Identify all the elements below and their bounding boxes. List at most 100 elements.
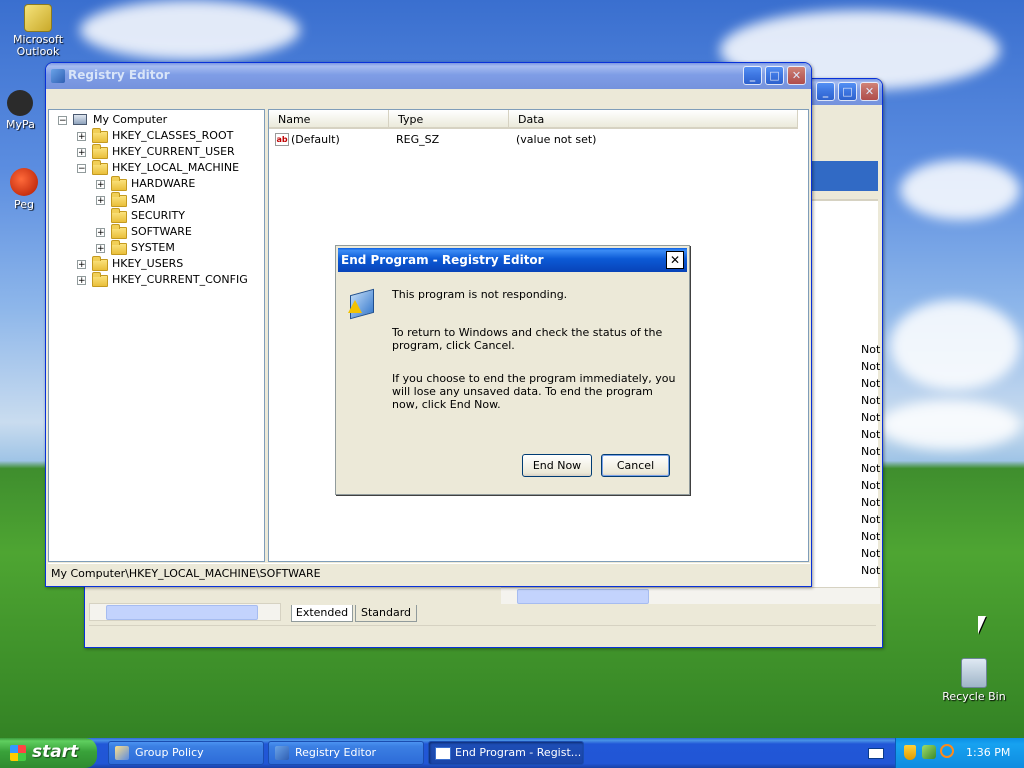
search-icon[interactable] (940, 744, 954, 758)
cancel-button[interactable]: Cancel (601, 454, 670, 477)
dialog-close-button[interactable]: ✕ (666, 251, 684, 269)
tree-node-label: HKEY_CURRENT_USER (112, 145, 235, 158)
end-now-button[interactable]: End Now (522, 454, 592, 477)
close-button[interactable]: ✕ (860, 82, 879, 101)
dialog-title: End Program - Registry Editor (341, 253, 544, 267)
collapse-icon[interactable]: − (58, 116, 67, 126)
folder-icon (92, 128, 108, 143)
clock[interactable]: 1:36 PM (966, 746, 1010, 759)
app-shortcut-icon (10, 168, 38, 196)
background-value-cell: Not (861, 360, 881, 373)
tree-node[interactable]: + SAM (49, 192, 259, 208)
close-button[interactable]: ✕ (787, 66, 806, 85)
registry-editor-titlebar[interactable]: Registry Editor _ □ ✕ (46, 63, 811, 89)
desktop-icon-label: Microsoft Outlook (12, 33, 64, 58)
background-value-cell: Not (861, 496, 881, 509)
background-statusbar (89, 625, 876, 644)
start-label: start (32, 742, 79, 762)
folder-icon (92, 144, 108, 159)
end-program-dialog[interactable]: End Program - Registry Editor ✕ This pro… (335, 245, 690, 495)
folder-icon (111, 240, 127, 255)
tree-node-label: HKEY_USERS (112, 257, 184, 270)
background-value-cell: Not (861, 564, 881, 577)
windows-logo-icon (10, 745, 26, 761)
expand-icon[interactable]: + (96, 244, 105, 254)
column-header-name[interactable]: Name (269, 110, 389, 129)
folder-icon (111, 208, 127, 223)
tree-node[interactable]: + HKEY_CURRENT_USER (49, 144, 259, 160)
background-value-cell: Not (861, 513, 881, 526)
collapse-icon[interactable]: − (77, 164, 86, 174)
desktop-icon-outlook[interactable]: Microsoft Outlook (0, 4, 76, 58)
network-icon[interactable] (922, 745, 936, 759)
dialog-line-2: To return to Windows and check the statu… (392, 326, 663, 352)
maximize-button[interactable]: □ (765, 66, 784, 85)
value-name: (Default) (291, 133, 340, 146)
background-value-cell: Not (861, 428, 881, 441)
task-label: End Program - Regist... (455, 746, 582, 759)
task-button-group-policy[interactable]: Group Policy (108, 741, 264, 765)
background-value-cell: Not (861, 394, 881, 407)
tree-node[interactable]: SECURITY (49, 208, 259, 224)
tree-node[interactable]: + HKEY_CURRENT_CONFIG (49, 272, 259, 288)
keyboard-icon[interactable] (868, 748, 884, 759)
value-row[interactable]: ab (Default) REG_SZ (value not set) (275, 132, 795, 148)
tree-node-label: SYSTEM (131, 241, 175, 254)
task-button-registry-editor[interactable]: Registry Editor (268, 741, 424, 765)
folder-shortcut-icon (7, 90, 33, 116)
tree-node[interactable]: + SOFTWARE (49, 224, 259, 240)
group-policy-icon (115, 746, 129, 760)
cloud (900, 160, 1020, 220)
tab-standard[interactable]: Standard (355, 605, 417, 622)
background-selected-row (810, 161, 878, 191)
start-button[interactable]: start (0, 738, 97, 768)
expand-icon[interactable]: + (96, 196, 105, 206)
tab-extended[interactable]: Extended (291, 605, 353, 622)
background-value-cell: Not (861, 547, 881, 560)
window-icon (435, 747, 451, 760)
dialog-titlebar[interactable]: End Program - Registry Editor ✕ (338, 248, 687, 272)
column-header-type[interactable]: Type (389, 110, 509, 129)
expand-icon[interactable]: + (77, 148, 86, 158)
expand-icon[interactable]: + (96, 228, 105, 238)
tree-node[interactable]: + HKEY_USERS (49, 256, 259, 272)
expand-icon[interactable]: + (77, 132, 86, 142)
value-type: REG_SZ (396, 133, 440, 146)
tree-node-label: HKEY_CLASSES_ROOT (112, 129, 234, 142)
maximize-button[interactable]: □ (838, 82, 857, 101)
column-header-data[interactable]: Data (509, 110, 798, 129)
dialog-line-1: This program is not responding. (392, 288, 568, 301)
cloud (80, 0, 300, 60)
tree-node[interactable]: + HKEY_CLASSES_ROOT (49, 128, 259, 144)
folder-icon (92, 160, 108, 175)
tree-node[interactable]: − HKEY_LOCAL_MACHINE (49, 160, 259, 176)
folder-icon (111, 224, 127, 239)
tree-node[interactable]: + SYSTEM (49, 240, 259, 256)
registry-tree-pane[interactable]: − My Computer + HKEY_CLASSES_ROOT + HKEY_CURR… (48, 109, 265, 562)
desktop-icon-mypa[interactable]: MyPa (0, 90, 50, 131)
minimize-button[interactable]: _ (816, 82, 835, 101)
expand-icon[interactable]: + (96, 180, 105, 190)
minimize-button[interactable]: _ (743, 66, 762, 85)
tree-node[interactable]: + HARDWARE (49, 176, 259, 192)
window-title: Registry Editor (68, 68, 170, 82)
scrollbar-thumb[interactable] (106, 605, 258, 620)
background-value-cell: Not (861, 445, 881, 458)
security-shield-icon[interactable] (904, 745, 916, 760)
cloud (890, 300, 1020, 390)
background-horizontal-scrollbar[interactable] (501, 587, 880, 604)
expand-icon[interactable]: + (77, 260, 86, 270)
background-value-cell: Not (861, 377, 881, 390)
background-value-cell: Not (861, 343, 881, 356)
expand-icon[interactable]: + (77, 276, 86, 286)
recycle-bin-icon (961, 658, 987, 688)
tree-node[interactable]: − My Computer (49, 112, 259, 128)
task-label: Group Policy (135, 746, 204, 759)
tree-node-label: HKEY_LOCAL_MACHINE (112, 161, 240, 174)
left-horizontal-scrollbar[interactable] (89, 603, 281, 621)
tree-node-label: SOFTWARE (131, 225, 192, 238)
desktop-icon-recycle-bin[interactable]: Recycle Bin (936, 658, 1012, 703)
task-button-end-program[interactable]: End Program - Regist... (428, 741, 584, 765)
folder-icon (111, 192, 127, 207)
scrollbar-thumb[interactable] (517, 589, 649, 604)
